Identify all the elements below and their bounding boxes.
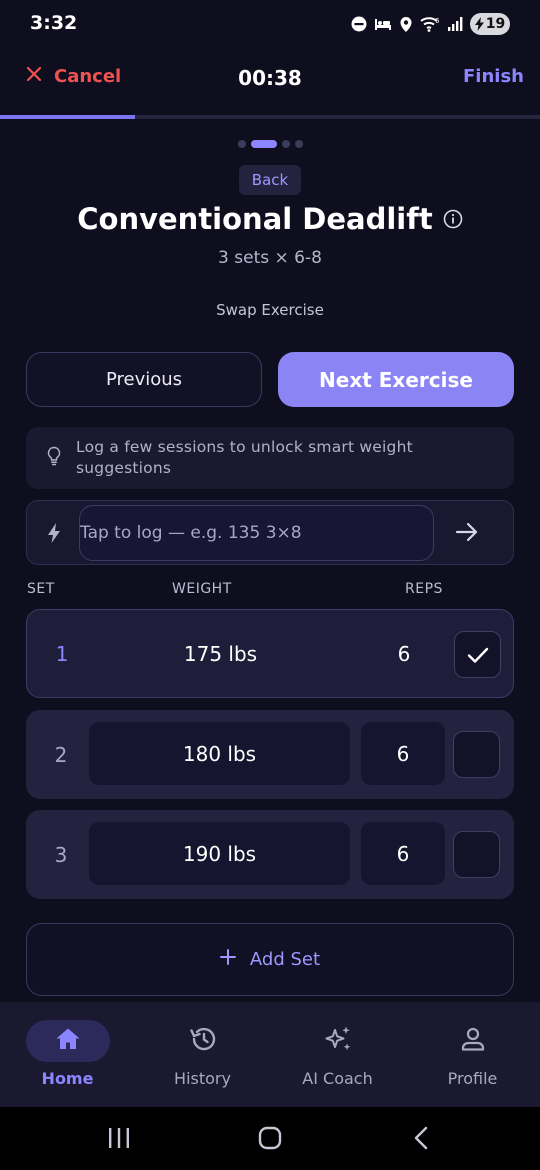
pager-dot xyxy=(281,140,290,148)
battery-indicator: 19 xyxy=(470,13,510,35)
set-number: 3 xyxy=(54,842,68,867)
workout-header: Cancel 00:38 Finish xyxy=(0,52,540,106)
quick-log-field xyxy=(79,505,434,561)
nav-label: Home xyxy=(41,1069,94,1088)
reps-input[interactable]: 6 xyxy=(361,822,445,885)
reps-input[interactable]: 6 xyxy=(362,622,446,685)
arrow-right-icon[interactable] xyxy=(455,521,479,547)
finish-button[interactable]: Finish xyxy=(463,66,524,87)
weight-input[interactable]: 190 lbs xyxy=(89,822,350,885)
home-button-icon[interactable] xyxy=(257,1125,283,1155)
nav-icon-container xyxy=(25,1020,110,1062)
add-set-button[interactable]: Add Set xyxy=(26,923,514,996)
exercise-title: Conventional Deadlift xyxy=(77,202,433,236)
set-complete-checkbox[interactable] xyxy=(453,831,500,878)
location-icon xyxy=(399,16,413,33)
nav-label: History xyxy=(174,1069,231,1088)
nav-icon-container xyxy=(296,1020,380,1062)
exercise-title-row: Conventional Deadlift xyxy=(0,202,540,236)
charging-bolt-icon xyxy=(474,17,484,31)
pager-dot-active xyxy=(250,140,277,148)
svg-text:6: 6 xyxy=(435,17,440,25)
set-column-header: SET xyxy=(27,581,55,597)
swap-exercise-row: Swap Exercise xyxy=(0,301,540,319)
lightbulb-icon xyxy=(46,446,62,470)
do-not-disturb-icon xyxy=(351,16,367,32)
wifi-icon: 6 xyxy=(420,16,440,32)
history-icon xyxy=(189,1026,217,1056)
status-bar: 3:32 6 19 xyxy=(0,0,540,50)
exercise-pager xyxy=(0,140,540,148)
reps-column-header: REPS xyxy=(405,581,443,597)
set-number: 1 xyxy=(55,641,69,666)
lightning-icon xyxy=(47,522,61,548)
nav-item-profile[interactable]: Profile xyxy=(405,1002,540,1107)
status-time: 3:32 xyxy=(30,12,78,34)
home-icon xyxy=(55,1027,81,1055)
set-row: 2 180 lbs 6 xyxy=(26,710,514,799)
nav-label: Profile xyxy=(447,1069,498,1088)
nav-item-ai-coach[interactable]: AI Coach xyxy=(270,1002,405,1107)
tip-text: Log a few sessions to unlock smart weigh… xyxy=(76,438,413,477)
smart-weight-tip: Log a few sessions to unlock smart weigh… xyxy=(26,427,514,489)
cancel-label: Cancel xyxy=(54,66,122,87)
workout-screen: 3:32 6 19 Cancel 00:38 Finish Back Conve… xyxy=(0,0,540,1170)
set-number: 2 xyxy=(54,742,68,767)
set-row: 1 175 lbs 6 xyxy=(26,609,514,698)
weight-input[interactable]: 175 lbs xyxy=(90,622,351,685)
quick-log-input[interactable] xyxy=(80,506,433,560)
pager-dot xyxy=(237,140,246,148)
add-set-label: Add Set xyxy=(249,949,321,970)
cancel-button[interactable]: Cancel xyxy=(26,66,121,87)
person-icon xyxy=(460,1026,486,1056)
reps-input[interactable]: 6 xyxy=(361,722,445,785)
nav-icon-container xyxy=(431,1020,515,1062)
nav-item-history[interactable]: History xyxy=(135,1002,270,1107)
plus-icon xyxy=(219,949,236,970)
back-button[interactable]: Back xyxy=(239,165,301,195)
recent-apps-icon[interactable] xyxy=(108,1125,130,1155)
nav-label: AI Coach xyxy=(302,1069,373,1088)
workout-progress-bar xyxy=(0,115,540,119)
previous-exercise-button[interactable]: Previous xyxy=(26,352,262,407)
quick-log-bar xyxy=(26,500,514,565)
back-nav-icon[interactable] xyxy=(410,1125,432,1155)
checkmark-icon xyxy=(467,647,488,663)
swap-exercise-button[interactable]: Swap Exercise xyxy=(216,301,324,319)
info-icon[interactable] xyxy=(443,209,463,229)
sparkles-icon xyxy=(323,1025,353,1057)
nav-item-home[interactable]: Home xyxy=(0,1002,135,1107)
weight-input[interactable]: 180 lbs xyxy=(89,722,350,785)
workout-progress-fill xyxy=(0,115,135,119)
next-exercise-button[interactable]: Next Exercise xyxy=(278,352,514,407)
bottom-navigation: Home History AI Coach Profile xyxy=(0,1002,540,1107)
battery-level: 19 xyxy=(485,16,506,32)
pager-dot xyxy=(294,140,303,148)
sleep-mode-icon xyxy=(374,16,392,32)
close-icon xyxy=(26,66,42,87)
system-navigation-bar xyxy=(0,1107,540,1170)
signal-icon xyxy=(447,16,463,32)
status-icons: 6 19 xyxy=(351,13,510,35)
set-complete-checkbox[interactable] xyxy=(453,731,500,778)
set-complete-checkbox[interactable] xyxy=(454,631,501,678)
set-row: 3 190 lbs 6 xyxy=(26,810,514,899)
nav-icon-container xyxy=(161,1020,245,1062)
weight-column-header: WEIGHT xyxy=(172,581,232,597)
exercise-subtitle: 3 sets × 6-8 xyxy=(218,248,322,268)
